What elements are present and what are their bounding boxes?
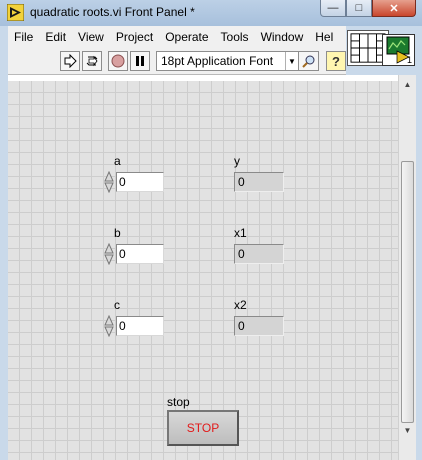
context-help-button[interactable]: ? xyxy=(326,51,346,71)
indicator-y-value: 0 xyxy=(234,172,284,192)
minimize-button[interactable]: — xyxy=(320,0,346,17)
chevron-down-icon: ▼ xyxy=(285,52,298,70)
window-title: quadratic roots.vi Front Panel * xyxy=(30,5,195,19)
control-b-label: b xyxy=(114,226,121,240)
vi-icon-badge: 1 xyxy=(406,55,412,65)
search-button[interactable] xyxy=(299,51,319,71)
menu-file[interactable]: File xyxy=(8,30,39,44)
scroll-down-icon[interactable]: ▼ xyxy=(401,423,414,437)
scroll-up-icon[interactable]: ▲ xyxy=(401,77,414,91)
window-controls: — □ ✕ xyxy=(320,0,416,18)
menu-bar: File Edit View Project Operate Tools Win… xyxy=(8,26,346,48)
abort-icon xyxy=(111,54,125,68)
control-a-input[interactable]: 0 xyxy=(116,172,164,192)
control-a-increment-icon[interactable] xyxy=(104,171,114,193)
vertical-scrollbar[interactable]: ▲ ▼ xyxy=(398,75,416,460)
control-b-input[interactable]: 0 xyxy=(116,244,164,264)
stop-button[interactable]: STOP xyxy=(167,410,239,446)
font-select[interactable]: 18pt Application Font ▼ xyxy=(156,51,299,71)
indicator-y-label: y xyxy=(234,154,240,168)
indicator-x1-value: 0 xyxy=(234,244,284,264)
control-b-increment-icon[interactable] xyxy=(104,243,114,265)
help-icon: ? xyxy=(332,53,340,69)
scroll-thumb[interactable] xyxy=(401,161,414,423)
pause-icon xyxy=(136,56,144,66)
run-continuously-icon xyxy=(86,55,98,67)
control-c-increment-icon[interactable] xyxy=(104,315,114,337)
pause-button[interactable] xyxy=(130,51,150,71)
indicator-x2-value: 0 xyxy=(234,316,284,336)
menu-operate[interactable]: Operate xyxy=(159,30,214,44)
abort-button[interactable] xyxy=(108,51,128,71)
font-select-value: 18pt Application Font xyxy=(161,54,274,68)
menu-project[interactable]: Project xyxy=(110,30,159,44)
control-a-label: a xyxy=(114,154,121,168)
vi-icon[interactable]: 1 xyxy=(382,34,415,66)
menu-view[interactable]: View xyxy=(72,30,110,44)
menu-edit[interactable]: Edit xyxy=(39,30,72,44)
toolbar: 18pt Application Font ▼ ? xyxy=(8,48,346,75)
maximize-button[interactable]: □ xyxy=(346,0,372,17)
labview-vi-icon xyxy=(7,4,24,21)
menu-window[interactable]: Window xyxy=(255,30,310,44)
menu-tools[interactable]: Tools xyxy=(215,30,255,44)
indicator-x2-label: x2 xyxy=(234,298,247,312)
control-c-input[interactable]: 0 xyxy=(116,316,164,336)
run-continuously-button[interactable] xyxy=(82,51,102,71)
indicator-x1-label: x1 xyxy=(234,226,247,240)
search-icon xyxy=(301,55,314,68)
control-c-label: c xyxy=(114,298,120,312)
menu-help[interactable]: Hel xyxy=(309,30,339,44)
run-button[interactable] xyxy=(60,51,80,71)
stop-label: stop xyxy=(167,395,190,409)
title-bar: quadratic roots.vi Front Panel * — □ ✕ xyxy=(0,0,422,26)
run-arrow-icon xyxy=(64,54,77,68)
close-button[interactable]: ✕ xyxy=(372,0,416,17)
front-panel: a 0 y 0 b 0 x1 0 c 0 x2 0 stop xyxy=(8,81,398,460)
